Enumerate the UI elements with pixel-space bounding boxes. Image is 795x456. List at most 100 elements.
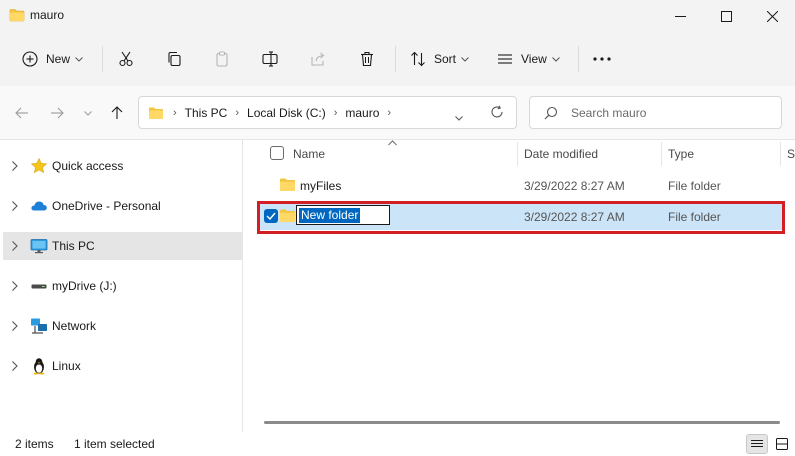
sidebar-item-mydrive[interactable]: myDrive (J:)	[3, 272, 242, 300]
rename-button[interactable]	[262, 45, 280, 73]
selected-count: 1 item selected	[74, 437, 155, 451]
chevron-right-icon[interactable]: ›	[387, 107, 391, 119]
maximize-button[interactable]	[703, 0, 749, 32]
scissors-icon	[119, 51, 133, 67]
table-row[interactable]: myFiles 3/29/2022 8:27 AM File folder	[258, 171, 783, 199]
item-count: 2 items	[15, 437, 54, 451]
chevron-down-icon	[84, 110, 92, 116]
navigation-pane: Quick access OneDrive - Personal This PC…	[0, 140, 243, 432]
close-icon	[766, 10, 778, 22]
file-type: File folder	[668, 179, 721, 193]
chevron-down-icon	[551, 56, 560, 62]
folder-icon	[9, 8, 25, 25]
chevron-down-icon	[461, 56, 469, 62]
sidebar-item-label: Linux	[52, 359, 81, 373]
chevron-right-icon[interactable]	[11, 240, 19, 252]
breadcrumb-mauro[interactable]: mauro	[345, 106, 379, 120]
refresh-button[interactable]	[490, 105, 504, 122]
chevron-right-icon[interactable]	[11, 320, 19, 332]
address-bar[interactable]: › This PC › Local Disk (C:) › mauro ›	[138, 96, 517, 129]
toolbar-divider	[102, 46, 103, 72]
search-icon	[544, 106, 558, 120]
trash-icon	[361, 51, 373, 67]
breadcrumb-this-pc[interactable]: This PC	[185, 106, 228, 120]
back-button[interactable]	[10, 101, 34, 125]
sidebar-item-onedrive[interactable]: OneDrive - Personal	[3, 192, 242, 220]
share-icon	[311, 52, 325, 66]
column-divider[interactable]	[517, 142, 518, 166]
view-list-icon	[498, 54, 512, 64]
address-history-button[interactable]	[455, 110, 463, 124]
chevron-right-icon[interactable]: ›	[334, 107, 338, 119]
minimize-button[interactable]	[657, 0, 703, 32]
sidebar-item-quick-access[interactable]: Quick access	[3, 152, 242, 180]
search-input[interactable]: Search mauro	[529, 96, 782, 129]
arrow-right-icon	[51, 107, 64, 119]
recent-locations-button[interactable]	[76, 101, 100, 125]
sidebar-item-label: Quick access	[52, 159, 124, 173]
select-all-checkbox[interactable]	[270, 146, 284, 160]
sidebar-item-this-pc[interactable]: This PC	[3, 232, 242, 260]
column-header-date-modified[interactable]: Date modified	[524, 147, 598, 161]
linux-penguin-icon	[33, 358, 45, 375]
clipboard-icon	[216, 51, 228, 67]
tiles-view-button[interactable]	[771, 434, 793, 454]
tiles-view-icon	[776, 438, 788, 450]
close-button[interactable]	[749, 0, 795, 32]
sort-ascending-icon	[388, 140, 397, 146]
share-button[interactable]	[310, 45, 326, 73]
sidebar-item-label: Network	[52, 319, 97, 333]
file-date-modified: 3/29/2022 8:27 AM	[524, 179, 625, 193]
view-button[interactable]: View	[497, 45, 560, 73]
cut-button[interactable]	[118, 45, 134, 73]
column-header-name[interactable]: Name	[293, 147, 325, 161]
chevron-down-icon	[455, 116, 463, 121]
folder-icon	[149, 107, 163, 119]
column-divider[interactable]	[780, 142, 781, 166]
horizontal-scrollbar[interactable]	[264, 421, 780, 424]
new-button[interactable]: New	[22, 45, 83, 73]
chevron-right-icon[interactable]	[11, 360, 19, 372]
delete-button[interactable]	[359, 45, 375, 73]
chevron-right-icon[interactable]	[11, 160, 19, 172]
arrow-left-icon	[15, 107, 28, 119]
network-icon	[31, 318, 47, 334]
column-header-row: Name Date modified Type S	[244, 140, 795, 168]
breadcrumb-local-disk[interactable]: Local Disk (C:)	[247, 106, 326, 120]
monitor-icon	[30, 239, 48, 254]
chevron-right-icon[interactable]	[11, 280, 19, 292]
up-button[interactable]	[105, 101, 129, 125]
arrow-up-icon	[111, 106, 123, 119]
breadcrumb: › This PC › Local Disk (C:) › mauro ›	[148, 97, 399, 128]
forward-button[interactable]	[45, 101, 69, 125]
column-header-type[interactable]: Type	[668, 147, 694, 161]
sort-button[interactable]: Sort	[410, 45, 469, 73]
details-view-button[interactable]	[746, 434, 768, 454]
sidebar-item-label: myDrive (J:)	[52, 279, 117, 293]
copy-button[interactable]	[166, 45, 182, 73]
copy-icon	[168, 51, 181, 67]
search-placeholder: Search mauro	[571, 106, 647, 120]
maximize-icon	[720, 10, 732, 22]
more-dots-icon	[593, 57, 611, 61]
view-button-label: View	[521, 52, 547, 66]
paste-button[interactable]	[214, 45, 230, 73]
sidebar-item-label: OneDrive - Personal	[52, 199, 161, 213]
refresh-icon	[491, 105, 503, 118]
file-name: myFiles	[300, 179, 342, 193]
address-row: › This PC › Local Disk (C:) › mauro › Se…	[0, 86, 795, 140]
column-divider[interactable]	[661, 142, 662, 166]
minimize-icon	[674, 15, 686, 17]
sidebar-item-network[interactable]: Network	[3, 312, 242, 340]
sidebar-item-label: This PC	[52, 239, 95, 253]
column-header-size[interactable]: S	[787, 147, 795, 161]
command-bar: New Sort View	[0, 32, 795, 86]
plus-circle-icon	[22, 51, 38, 67]
chevron-right-icon[interactable]: ›	[235, 107, 239, 119]
sidebar-item-linux[interactable]: Linux	[3, 352, 242, 380]
chevron-right-icon[interactable]	[11, 200, 19, 212]
drive-icon	[31, 284, 47, 289]
toolbar-divider	[395, 46, 396, 72]
window-title: mauro	[30, 8, 65, 22]
more-options-button[interactable]	[593, 45, 611, 73]
